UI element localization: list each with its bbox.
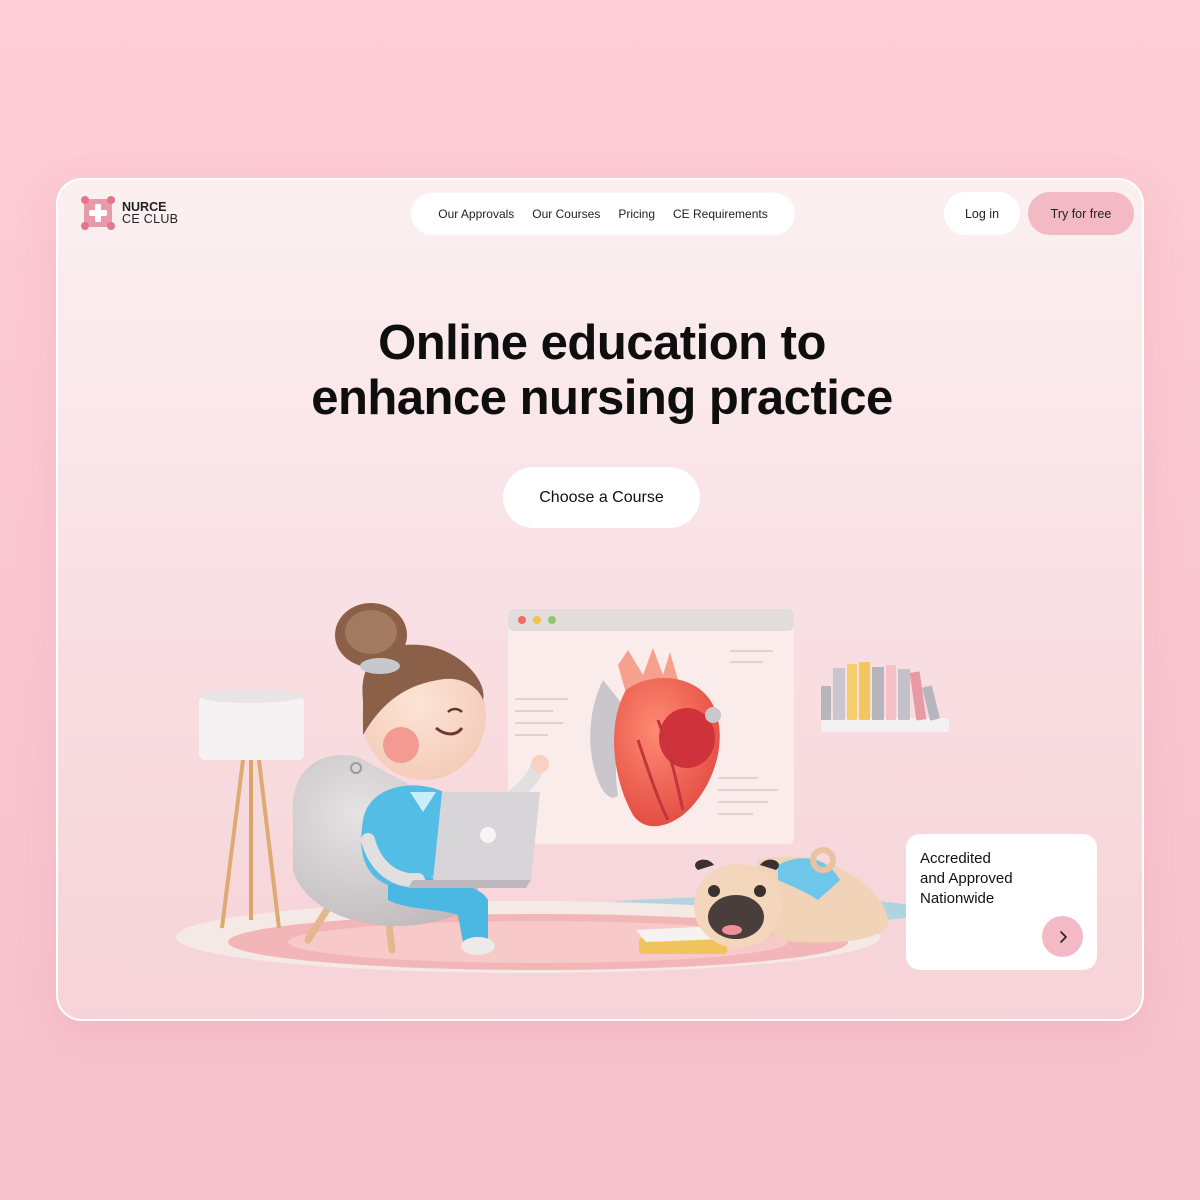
accreditation-arrow-button[interactable] [1042, 916, 1083, 957]
hero-card: NURCE CE CLUB Our Approvals Our Courses … [56, 178, 1144, 1021]
floor-lamp [199, 689, 304, 929]
pug-dog [694, 847, 889, 948]
bookshelf [821, 662, 949, 732]
accreditation-line-1: Accredited [920, 850, 991, 867]
accreditation-text: Accredited and Approved Nationwide [920, 849, 1083, 909]
accreditation-line-3: Nationwide [920, 890, 995, 907]
chevron-right-icon [1059, 930, 1067, 943]
accreditation-card[interactable]: Accredited and Approved Nationwide [906, 834, 1097, 970]
accreditation-line-2: and Approved [920, 870, 1013, 887]
